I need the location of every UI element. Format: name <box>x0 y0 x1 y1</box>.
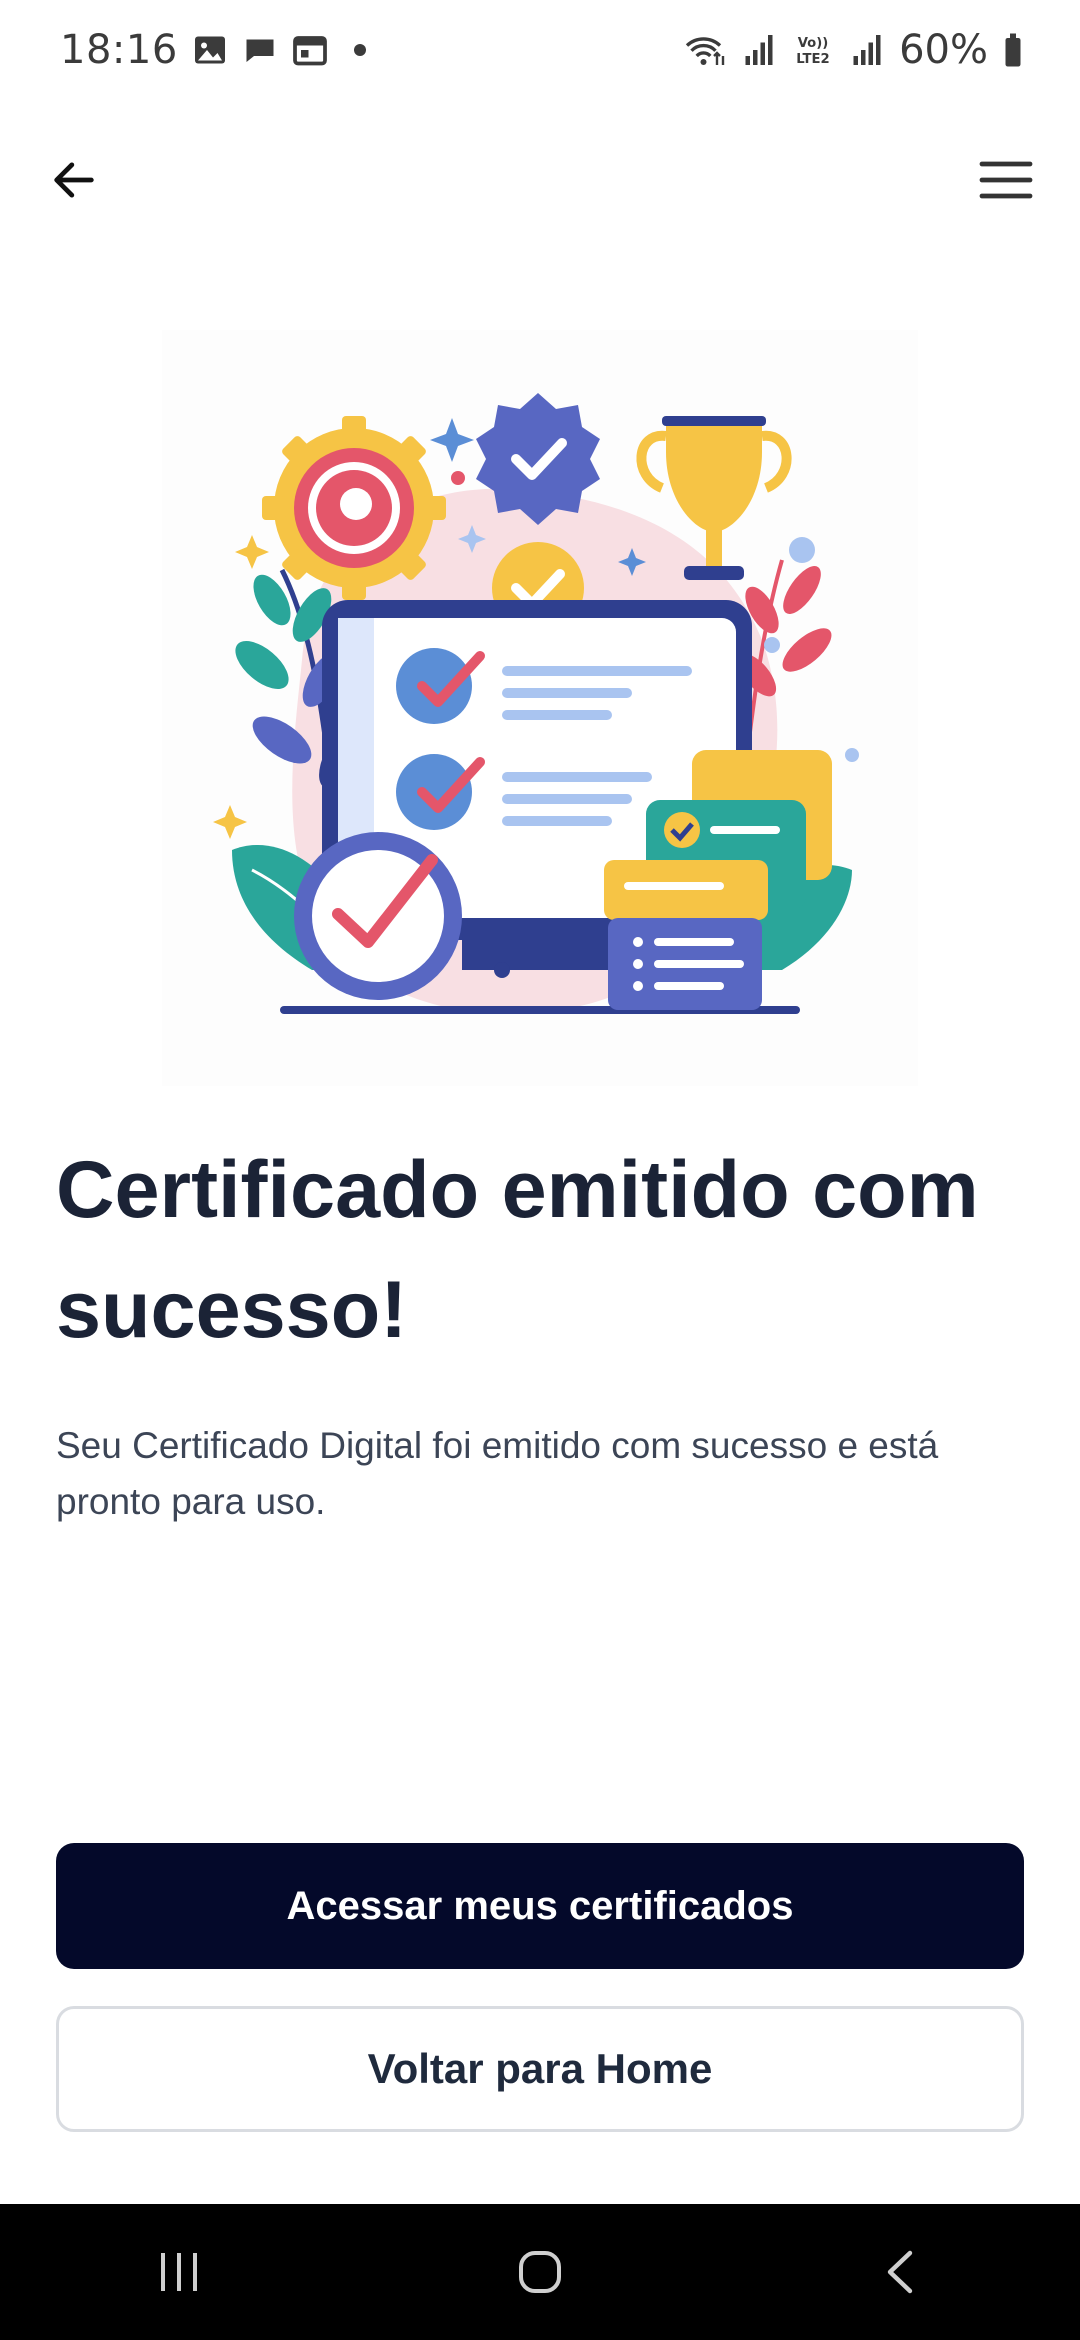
system-nav-bar <box>0 2204 1080 2340</box>
access-certificates-button[interactable]: Acessar meus certificados <box>56 1843 1024 1969</box>
status-right: Vo)) LTE2 60% <box>683 27 1024 73</box>
svg-text:LTE2: LTE2 <box>796 52 829 67</box>
arrow-left-icon <box>54 162 94 198</box>
back-to-home-button[interactable]: Voltar para Home <box>56 2006 1024 2132</box>
svg-text:Vo)): Vo)) <box>798 36 829 51</box>
gallery-icon <box>192 32 228 68</box>
back-icon <box>887 2250 913 2294</box>
page-title: Certificado emitido com sucesso! <box>56 1145 979 1355</box>
status-left: 18:16 <box>60 27 378 73</box>
signal-icon <box>741 32 777 68</box>
home-icon <box>519 2251 561 2293</box>
back-button[interactable] <box>40 148 108 212</box>
wifi-icon <box>683 32 727 68</box>
menu-button[interactable] <box>972 148 1040 212</box>
app-header <box>0 130 1080 230</box>
volte-icon: Vo)) LTE2 <box>791 32 835 68</box>
hamburger-menu-icon <box>979 161 1033 199</box>
battery-percent: 60% <box>899 27 988 73</box>
recent-apps-icon <box>161 2253 197 2291</box>
battery-icon <box>1002 32 1024 68</box>
recent-apps-button[interactable] <box>120 2222 240 2322</box>
certificate-success-illustration <box>162 330 918 1086</box>
dot-icon <box>342 32 378 68</box>
status-bar: 18:16 Vo)) LTE2 60% <box>0 0 1080 100</box>
status-time: 18:16 <box>60 27 178 73</box>
message-icon <box>242 32 278 68</box>
home-button[interactable] <box>480 2222 600 2322</box>
nav-back-button[interactable] <box>840 2222 960 2322</box>
signal-icon <box>849 32 885 68</box>
calendar-icon <box>292 32 328 68</box>
success-description: Seu Certificado Digital foi emitido com … <box>56 1425 939 1522</box>
